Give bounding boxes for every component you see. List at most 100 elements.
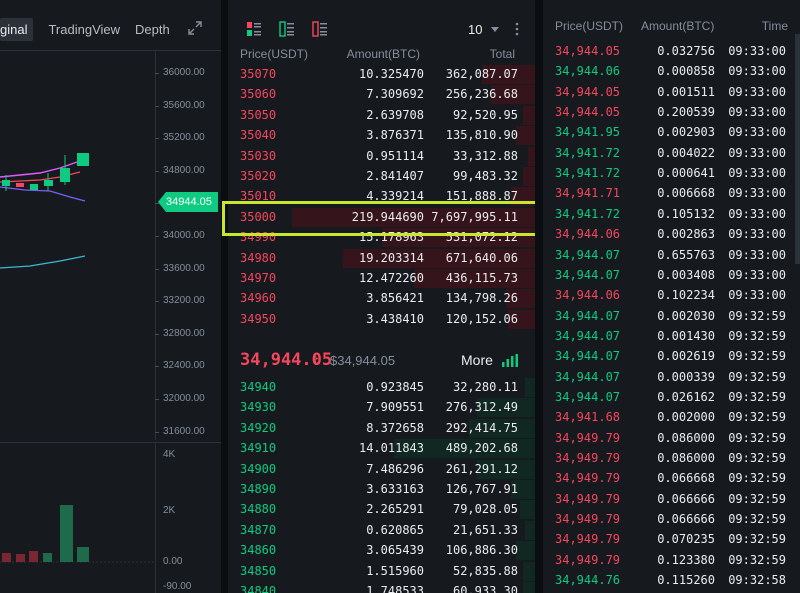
bid-row[interactable]: 34880 2.265291 79,028.05 <box>228 499 535 520</box>
depth-bar <box>522 167 535 186</box>
row-price: 34930 <box>240 400 277 415</box>
row-total: 256,236.68 <box>445 87 518 102</box>
more-options-icon[interactable] <box>515 22 519 36</box>
trade-time: 09:32:59 <box>728 308 786 323</box>
trade-row[interactable]: 34,941.71 0.006668 09:33:00 <box>543 183 800 203</box>
trade-row[interactable]: 34,944.07 0.002619 09:32:59 <box>543 346 800 366</box>
trade-row[interactable]: 34,949.79 0.086000 09:32:59 <box>543 428 800 448</box>
volume-chart[interactable]: 4K 2K 0.00 -90.00 <box>0 442 221 593</box>
trade-row[interactable]: 34,949.79 0.086000 09:32:59 <box>543 448 800 468</box>
depth-select[interactable]: 10 <box>468 22 482 37</box>
current-price-flag: 34944.05 <box>158 192 218 212</box>
header-price: Price(USDT) <box>240 47 308 61</box>
trade-price: 34,941.72 <box>555 145 621 160</box>
ask-row[interactable]: 34970 12.472260 436,115.73 <box>228 268 535 288</box>
trade-price: 34,944.06 <box>555 288 621 303</box>
tab-original[interactable]: ginal <box>0 17 34 41</box>
trade-amount: 0.004022 <box>657 145 715 160</box>
bid-row[interactable]: 34870 0.620865 21,651.33 <box>228 520 535 540</box>
trade-row[interactable]: 34,941.95 0.002903 09:33:00 <box>543 122 800 142</box>
trade-row[interactable]: 34,944.07 0.026162 09:32:59 <box>543 387 800 407</box>
trade-row[interactable]: 34,944.06 0.002863 09:33:00 <box>543 224 800 244</box>
price-tick-mark <box>155 399 159 400</box>
panel-divider <box>535 0 543 593</box>
row-price: 34970 <box>240 271 277 285</box>
ask-row[interactable]: 35060 7.309692 256,236.68 <box>228 84 535 105</box>
book-asks-icon[interactable] <box>312 21 328 37</box>
trade-row[interactable]: 34,944.07 0.003408 09:33:00 <box>543 265 800 285</box>
trade-row[interactable]: 34,944.07 0.000339 09:32:59 <box>543 367 800 387</box>
trade-price: 34,944.76 <box>555 573 621 588</box>
bid-row[interactable]: 34900 7.486296 261,291.12 <box>228 459 535 479</box>
tab-depth[interactable]: Depth <box>135 22 170 37</box>
bid-row[interactable]: 34850 1.515960 52,835.88 <box>228 561 535 581</box>
candle <box>30 184 38 190</box>
trade-row[interactable]: 34,944.05 0.032756 09:33:00 <box>543 41 800 61</box>
trade-row[interactable]: 34,941.72 0.105132 09:33:00 <box>543 204 800 224</box>
trade-row[interactable]: 34,949.79 0.066666 09:32:59 <box>543 509 800 529</box>
price-tick: 32800.00 <box>163 327 205 339</box>
volume-bar <box>29 551 38 562</box>
ask-row[interactable]: 34980 19.203314 671,640.06 <box>228 248 535 268</box>
row-total: 362,087.07 <box>445 67 518 81</box>
bid-row[interactable]: 34940 0.923845 32,280.11 <box>228 377 535 397</box>
trade-row[interactable]: 34,949.79 0.070235 09:32:59 <box>543 529 800 549</box>
chevron-down-icon[interactable] <box>491 27 499 32</box>
row-amount: 7.309692 <box>366 87 424 102</box>
trade-row[interactable]: 34,949.79 0.066666 09:32:59 <box>543 489 800 509</box>
trade-row[interactable]: 34,944.76 0.115260 09:32:58 <box>543 570 800 590</box>
bid-row[interactable]: 34910 14.011843 489,202.68 <box>228 438 535 459</box>
trade-price: 34,944.06 <box>555 227 621 242</box>
ask-row[interactable]: 34950 3.438410 120,152.06 <box>228 309 535 329</box>
book-bids-icon[interactable] <box>279 21 295 37</box>
trade-row[interactable]: 34,944.05 0.200539 09:33:00 <box>543 102 800 122</box>
row-amount: 3.856421 <box>366 291 424 306</box>
ask-row[interactable]: 35020 2.841407 99,483.32 <box>228 166 535 186</box>
row-total: 106,886.30 <box>445 543 518 558</box>
trade-time: 09:32:59 <box>728 552 786 567</box>
ask-row[interactable]: 34960 3.856421 134,798.26 <box>228 288 535 309</box>
bid-row[interactable]: 34890 3.633163 126,767.91 <box>228 479 535 499</box>
trade-row[interactable]: 34,944.05 0.001511 09:33:00 <box>543 82 800 102</box>
ask-row[interactable]: 35050 2.639708 92,520.95 <box>228 105 535 125</box>
tab-tradingview[interactable]: TradingView <box>48 22 120 37</box>
row-price: 34840 <box>240 584 277 593</box>
trade-row[interactable]: 34,941.72 0.004022 09:33:00 <box>543 143 800 163</box>
trade-amount: 0.000339 <box>657 369 715 384</box>
trade-time: 09:32:59 <box>728 389 786 404</box>
row-amount: 3.876371 <box>366 128 424 143</box>
trade-row[interactable]: 34,941.72 0.000641 09:33:00 <box>543 163 800 183</box>
row-total: 126,767.91 <box>445 482 518 496</box>
ask-row[interactable]: 35040 3.876371 135,810.90 <box>228 125 535 146</box>
expand-icon[interactable] <box>188 21 202 35</box>
trade-row[interactable]: 34,949.79 0.066668 09:32:59 <box>543 468 800 488</box>
trade-amount: 0.001430 <box>657 328 715 343</box>
bid-row[interactable]: 34930 7.909551 276,312.49 <box>228 397 535 418</box>
trade-row[interactable]: 34,944.06 0.000858 09:33:00 <box>543 61 800 81</box>
ask-row[interactable]: 35070 10.325470 362,087.07 <box>228 64 535 84</box>
trade-row[interactable]: 34,944.06 0.102234 09:33:00 <box>543 285 800 305</box>
trade-row[interactable]: 34,944.07 0.001430 09:32:59 <box>543 326 800 346</box>
trade-row[interactable]: 34,941.68 0.002000 09:32:59 <box>543 407 800 427</box>
trade-price: 34,944.06 <box>555 64 621 79</box>
ask-row[interactable]: 35030 0.951114 33,312.88 <box>228 146 535 166</box>
scrollbar[interactable] <box>795 34 800 264</box>
trade-amount: 0.032756 <box>657 44 715 58</box>
price-tick: 36000.00 <box>163 67 205 78</box>
price-tick-mark <box>155 138 159 140</box>
book-both-icon[interactable] <box>246 21 262 37</box>
bid-row[interactable]: 34860 3.065439 106,886.30 <box>228 540 535 561</box>
more-link[interactable]: More <box>461 352 493 368</box>
signal-bars-icon[interactable] <box>502 354 518 367</box>
trade-price: 34,949.79 <box>555 430 621 445</box>
trade-row[interactable]: 34,944.07 0.655763 09:33:00 <box>543 245 800 265</box>
depth-bar <box>515 126 535 146</box>
candlestick-chart[interactable]: 36000.0035600.0035200.0034800.0034400.00… <box>0 50 221 440</box>
trade-row[interactable]: 34,944.07 0.002030 09:32:59 <box>543 306 800 326</box>
row-price: 35020 <box>240 169 277 183</box>
bid-row[interactable]: 34920 8.372658 292,414.75 <box>228 418 535 438</box>
header-price: Price(USDT) <box>555 19 623 33</box>
row-amount: 3.633163 <box>366 482 424 496</box>
bid-row[interactable]: 34840 1.748533 60,933.30 <box>228 581 535 593</box>
trade-row[interactable]: 34,949.79 0.123380 09:32:59 <box>543 550 800 570</box>
